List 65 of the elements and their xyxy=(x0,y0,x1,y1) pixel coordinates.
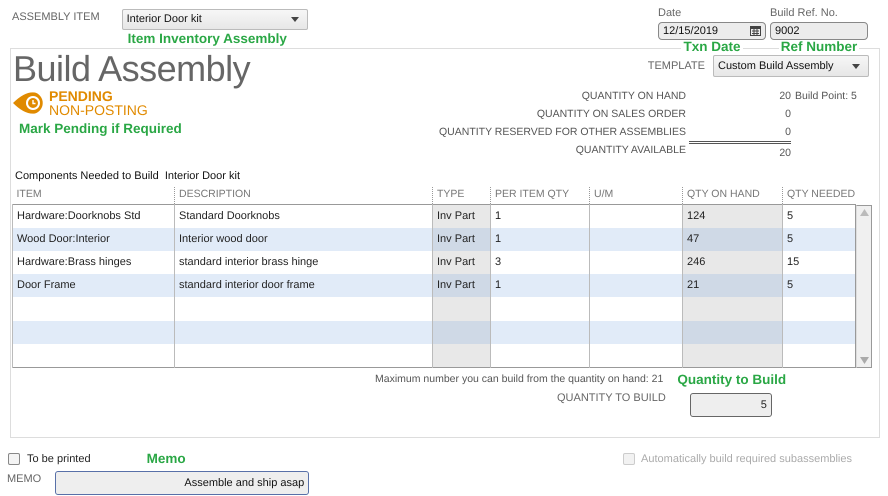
annotation-label: Ref Number xyxy=(778,40,860,54)
field-label: TEMPLATE xyxy=(648,58,705,74)
checkbox-label: Automatically build required subassemblies xyxy=(641,452,852,467)
quantity-label: QUANTITY ON SALES ORDER xyxy=(536,107,686,122)
template-dropdown[interactable]: Custom Build Assembly xyxy=(713,55,869,77)
table-cell: 5 xyxy=(782,228,856,251)
annotation-label: Memo xyxy=(146,450,186,468)
table-cell: 124 xyxy=(682,204,782,228)
table-cell: Door Frame xyxy=(12,274,174,298)
column-header: QTY NEEDED xyxy=(787,188,856,200)
table-cell: Interior wood door xyxy=(174,228,432,251)
scroll-down-icon[interactable] xyxy=(860,356,868,364)
quantity-value: 20 xyxy=(779,147,791,159)
table-cell: 1 xyxy=(490,274,590,298)
column-header: U/M xyxy=(594,188,614,200)
calendar-icon[interactable] xyxy=(750,25,761,36)
quantity-field[interactable]: 5 xyxy=(690,392,772,417)
caret-icon xyxy=(290,17,299,22)
scrollbar[interactable] xyxy=(856,204,872,368)
scroll-up-icon[interactable] xyxy=(860,208,868,216)
info-text: Maximum number you can build from the quantity on hand: 21 xyxy=(375,372,664,387)
quantity-value: 20 xyxy=(779,90,791,102)
page-title: Build Assembly xyxy=(13,51,250,87)
annotation-label: Txn Date xyxy=(681,40,742,54)
table-cell: 21 xyxy=(682,274,782,298)
field-label: Build Ref. No. xyxy=(770,6,839,21)
status-label: PENDING xyxy=(49,89,113,103)
field-label: ASSEMBLY ITEM xyxy=(12,10,100,25)
input-field[interactable]: 12/15/2019 xyxy=(658,22,766,40)
build-point-text: Build Point: 5 xyxy=(795,90,857,102)
column-header: DESCRIPTION xyxy=(179,188,251,200)
quantity-label: QUANTITY AVAILABLE xyxy=(574,143,686,158)
memo-field[interactable]: Assemble and ship asap xyxy=(55,471,310,496)
table-cell: standard interior door frame xyxy=(174,274,432,298)
checkbox[interactable] xyxy=(8,453,20,466)
quantity-label: QUANTITY RESERVED FOR OTHER ASSEMBLIES xyxy=(438,125,686,140)
caret-icon xyxy=(852,64,860,68)
annotation-label: Item Inventory Assembly xyxy=(128,30,288,48)
field-label: QUANTITY TO BUILD xyxy=(557,390,666,406)
annotation-label: Mark Pending if Required xyxy=(19,120,183,138)
field-label: Date xyxy=(658,6,682,21)
table-cell: 5 xyxy=(782,274,856,298)
column-header: TYPE xyxy=(437,188,464,200)
annotation-label: Quantity to Build xyxy=(677,370,786,389)
table-cell: 47 xyxy=(682,228,782,251)
field-label: MEMO xyxy=(7,472,42,488)
table-cell: Inv Part xyxy=(432,204,490,228)
table-cell: 246 xyxy=(682,250,782,274)
column-header: QTY ON HAND xyxy=(687,188,760,200)
status-label: NON-POSTING xyxy=(49,103,148,117)
column-header: PER ITEM QTY xyxy=(495,188,570,200)
table-cell: Inv Part xyxy=(432,228,490,251)
table-cell: Wood Door:Interior xyxy=(12,228,174,251)
quantity-label: QUANTITY ON HAND xyxy=(580,89,686,104)
checkbox-label: To be printed xyxy=(27,452,91,467)
quantity-value: 0 xyxy=(785,108,791,120)
pending-clock-icon xyxy=(13,92,45,114)
assembly-item-dropdown[interactable]: Interior Door kit xyxy=(122,9,308,30)
table-cell: 1 xyxy=(490,228,590,251)
input-field[interactable]: 9002 xyxy=(770,22,868,40)
table-cell: Inv Part xyxy=(432,274,490,298)
column-header: ITEM xyxy=(16,188,42,200)
table-cell: Inv Part xyxy=(432,250,490,274)
section-heading: Components Needed to Build Interior Door kit xyxy=(15,169,240,184)
quantity-value: 0 xyxy=(785,126,791,138)
